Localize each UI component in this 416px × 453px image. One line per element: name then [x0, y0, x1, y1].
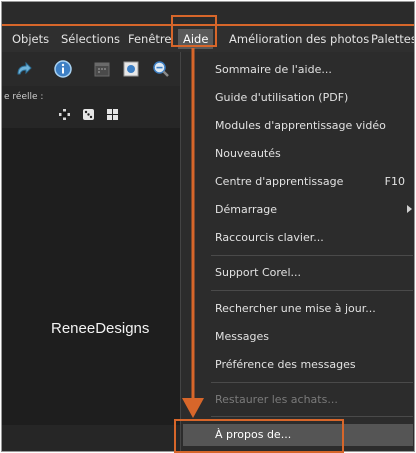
menu-separator	[211, 255, 413, 256]
menu-item-modules-video[interactable]: Modules d'apprentissage vidéo	[215, 119, 386, 132]
menu-fenetre[interactable]: Fenêtre	[128, 32, 171, 46]
menu-item-support-corel[interactable]: Support Corel...	[215, 266, 301, 279]
menu-separator	[211, 416, 413, 417]
redo-icon[interactable]	[14, 59, 34, 79]
bottom-strip	[2, 425, 180, 451]
move-icon[interactable]	[58, 108, 71, 121]
menu-item-preference-messages[interactable]: Préférence des messages	[215, 358, 356, 371]
menu-item-guide-utilisation[interactable]: Guide d'utilisation (PDF)	[215, 91, 348, 104]
info-icon[interactable]	[53, 59, 73, 79]
aide-highlight-box	[171, 15, 217, 47]
dice-icon[interactable]	[82, 108, 95, 121]
menu-amelioration-photos[interactable]: Amélioration des photos	[229, 32, 369, 46]
menu-selections[interactable]: Sélections	[61, 32, 120, 46]
menu-item-rechercher-mise-a-jour[interactable]: Rechercher une mise à jour...	[215, 302, 376, 315]
grid-icon[interactable]	[106, 108, 119, 121]
menu-item-nouveautes[interactable]: Nouveautés	[215, 147, 281, 160]
app-window: Objets Sélections Fenêtre Aide Améliorat…	[1, 1, 415, 452]
actual-size-label: e réelle :	[4, 92, 44, 102]
fit-window-icon[interactable]	[121, 59, 141, 79]
aide-dropdown-menu: Sommaire de l'aide... Guide d'utilisatio…	[180, 52, 414, 451]
zoom-out-icon[interactable]	[151, 59, 171, 79]
menu-item-demarrage[interactable]: Démarrage	[215, 203, 277, 216]
menu-palettes[interactable]: Palettes	[371, 32, 414, 46]
toolbar	[2, 52, 180, 87]
canvas-area	[2, 128, 180, 425]
menu-objets[interactable]: Objets	[12, 32, 49, 46]
menu-item-raccourcis-clavier[interactable]: Raccourcis clavier...	[215, 231, 324, 244]
menu-item-centre-apprentissage[interactable]: Centre d'apprentissage	[215, 175, 343, 188]
about-highlight-box	[174, 419, 344, 453]
watermark-text: ReneeDesigns	[51, 320, 150, 337]
submenu-arrow-icon	[407, 205, 412, 213]
shortcut-f10: F10	[384, 175, 405, 188]
menu-separator	[211, 290, 413, 291]
menu-item-restaurer-achats: Restaurer les achats...	[215, 393, 338, 406]
menu-item-sommaire-aide[interactable]: Sommaire de l'aide...	[215, 63, 332, 76]
tool-options-bar: e réelle :	[2, 86, 180, 128]
calendar-icon[interactable]	[92, 59, 112, 79]
menu-separator	[211, 382, 413, 383]
menu-item-messages[interactable]: Messages	[215, 330, 269, 343]
